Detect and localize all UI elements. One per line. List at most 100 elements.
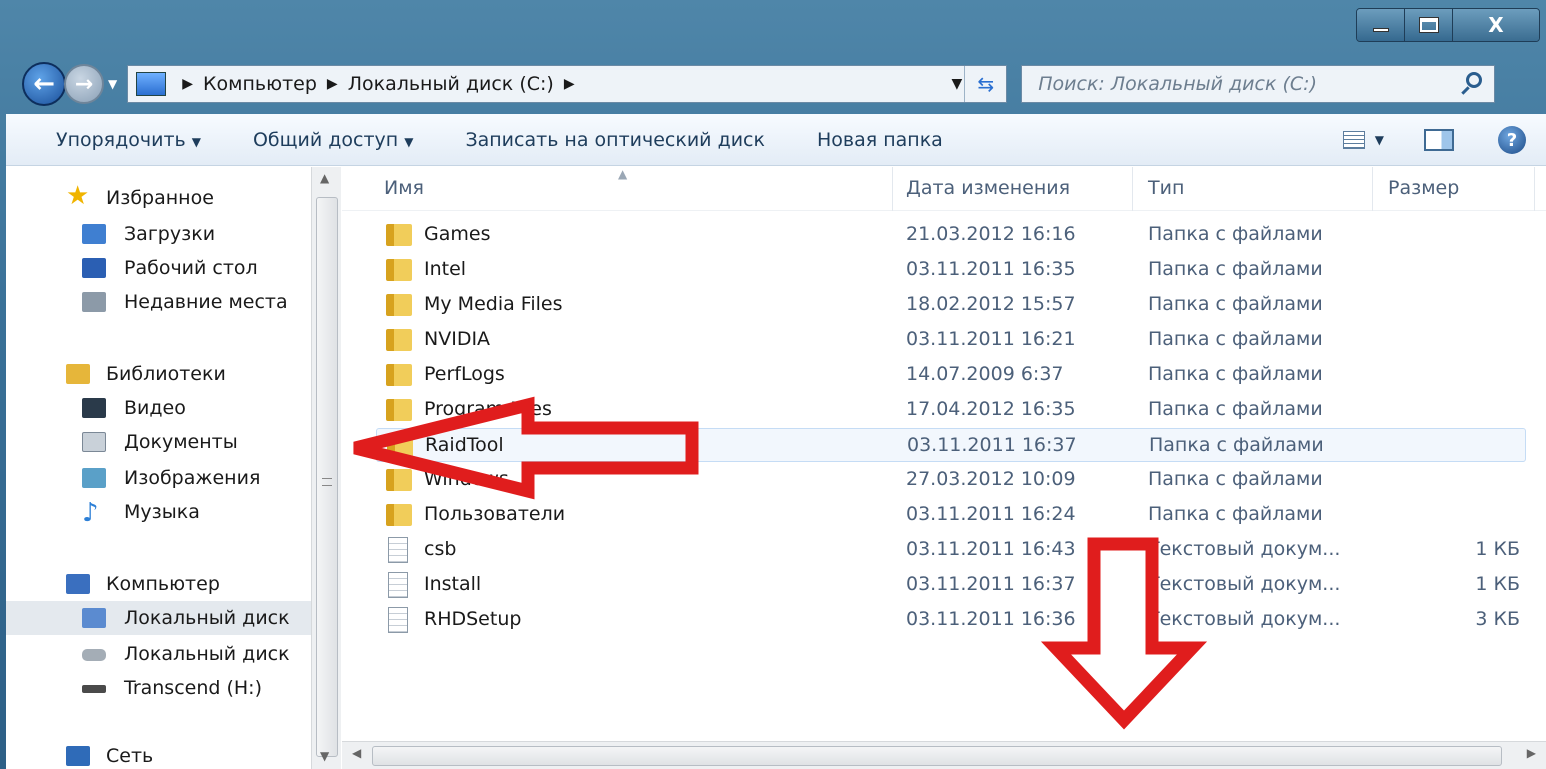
file-name: Games xyxy=(424,223,491,245)
file-row[interactable]: NVIDIA 03.11.2011 16:21 Папка с файлами xyxy=(376,323,1526,357)
search-box[interactable]: Поиск: Локальный диск (C:) xyxy=(1021,65,1496,103)
breadcrumb-local-disk[interactable]: Локальный диск (C:) xyxy=(348,73,554,95)
file-type: Текстовый докум... xyxy=(1148,538,1341,560)
column-type[interactable]: Тип xyxy=(1148,177,1184,199)
maximize-icon xyxy=(1419,18,1438,32)
scroll-left-icon[interactable]: ◀ xyxy=(352,746,361,760)
file-name: Пользователи xyxy=(424,503,566,525)
scroll-up-icon[interactable]: ▲ xyxy=(320,171,329,185)
organize-button[interactable]: Упорядочить ▼ xyxy=(56,129,201,151)
file-row[interactable]: Windows 27.03.2012 10:09 Папка с файлами xyxy=(376,463,1526,497)
nav-group-computer[interactable]: Компьютер xyxy=(6,567,311,601)
nav-item-desktop[interactable]: Рабочий стол xyxy=(6,251,311,285)
file-row[interactable]: csb 03.11.2011 16:43 Текстовый докум... 1 К… xyxy=(376,533,1526,567)
nav-item-label: Сеть xyxy=(106,745,154,767)
recent-pages-dropdown-icon[interactable]: ▼ xyxy=(108,77,117,91)
scroll-right-icon[interactable]: ▶ xyxy=(1527,746,1536,760)
nav-group-favorites[interactable]: ★ Избранное xyxy=(6,181,311,215)
file-row[interactable]: Пользователи 03.11.2011 16:24 Папка с файл… xyxy=(376,498,1526,532)
chevron-down-icon: ▼ xyxy=(191,134,201,149)
nav-item-video[interactable]: Видео xyxy=(6,391,311,425)
search-icon[interactable] xyxy=(1466,72,1483,88)
file-row[interactable]: Program Files 17.04.2012 16:35 Папка с фай… xyxy=(376,393,1526,427)
nav-item-label: Избранное xyxy=(106,187,214,209)
burn-button[interactable]: Записать на оптический диск xyxy=(465,129,765,151)
scrollbar-thumb[interactable] xyxy=(316,197,338,757)
column-name[interactable]: Имя xyxy=(384,177,424,199)
back-button[interactable]: ← xyxy=(22,62,66,106)
back-arrow-icon: ← xyxy=(33,69,55,99)
forward-button[interactable]: → xyxy=(64,64,104,104)
text-document-icon xyxy=(388,607,408,633)
preview-pane-icon[interactable] xyxy=(1424,129,1454,151)
file-name: NVIDIA xyxy=(424,328,491,350)
file-row[interactable]: PerfLogs 14.07.2009 6:37 Папка с файлами xyxy=(376,358,1526,392)
breadcrumb-separator-icon[interactable]: ▶ xyxy=(327,76,338,92)
scroll-down-icon[interactable]: ▼ xyxy=(320,749,329,763)
maximize-button[interactable] xyxy=(1405,9,1453,41)
file-row[interactable]: Games 21.03.2012 16:16 Папка с файлами xyxy=(376,218,1526,252)
column-divider[interactable] xyxy=(892,167,893,211)
file-date: 03.11.2011 16:21 xyxy=(906,328,1076,350)
chevron-down-icon[interactable]: ▼ xyxy=(1375,133,1384,147)
file-row[interactable]: Intel 03.11.2011 16:35 Папка с файлами xyxy=(376,253,1526,287)
nav-item-documents[interactable]: Документы xyxy=(6,425,311,459)
nav-group-libraries[interactable]: Библиотеки xyxy=(6,357,311,391)
minimize-button[interactable] xyxy=(1357,9,1405,41)
column-size[interactable]: Размер xyxy=(1388,177,1459,199)
file-date: 18.02.2012 15:57 xyxy=(906,293,1076,315)
breadcrumb-computer[interactable]: Компьютер xyxy=(203,73,317,95)
navigation-row: ← → ▼ ▶ Компьютер ▶ Локальный диск (C:) … xyxy=(22,62,1546,106)
new-folder-button[interactable]: Новая папка xyxy=(817,129,943,151)
file-type: Папка с файлами xyxy=(1148,398,1323,420)
file-row[interactable]: RaidTool 03.11.2011 16:37 Папка с файлами xyxy=(376,428,1526,462)
share-button[interactable]: Общий доступ ▼ xyxy=(253,129,413,151)
nav-item-transcend[interactable]: Transcend (H:) xyxy=(6,671,311,705)
search-input[interactable]: Поиск: Локальный диск (C:) xyxy=(1038,73,1317,95)
minimize-icon xyxy=(1372,28,1389,32)
column-divider[interactable] xyxy=(1132,167,1133,211)
nav-item-local-disk[interactable]: Локальный диск xyxy=(6,637,311,671)
address-bar[interactable]: ▶ Компьютер ▶ Локальный диск (C:) ▶ ▼ ⇆ xyxy=(127,65,1008,103)
folder-icon xyxy=(386,469,412,491)
column-divider[interactable] xyxy=(1372,167,1373,211)
column-date[interactable]: Дата изменения xyxy=(906,177,1070,199)
navigation-scrollbar[interactable]: ▲ ▼ xyxy=(311,167,341,769)
file-row[interactable]: RHDSetup 03.11.2011 16:36 Текстовый докум.… xyxy=(376,603,1526,637)
nav-item-pictures[interactable]: Изображения xyxy=(6,461,311,495)
folder-icon xyxy=(386,399,412,421)
refresh-icon: ⇆ xyxy=(977,72,995,96)
view-options-icon[interactable] xyxy=(1342,131,1365,149)
close-button[interactable]: X xyxy=(1453,9,1539,41)
chevron-down-icon: ▼ xyxy=(404,134,414,149)
nav-item-downloads[interactable]: Загрузки xyxy=(6,217,311,251)
file-name: RHDSetup xyxy=(424,608,522,630)
column-divider[interactable] xyxy=(1534,167,1535,211)
share-label: Общий доступ xyxy=(252,128,399,151)
breadcrumb-separator-icon[interactable]: ▶ xyxy=(182,76,193,92)
file-name: Windows xyxy=(424,468,509,490)
file-type: Папка с файлами xyxy=(1149,434,1324,456)
refresh-button[interactable]: ⇆ xyxy=(964,66,1006,102)
file-name: Intel xyxy=(424,258,467,280)
file-type: Папка с файлами xyxy=(1148,468,1323,490)
file-name: RaidTool xyxy=(425,434,504,456)
file-list: ▲ Имя Дата изменения Тип Размер Games 21.… xyxy=(342,167,1546,769)
nav-item-label: Документы xyxy=(124,431,238,453)
nav-group-network[interactable]: Сеть xyxy=(6,739,311,769)
command-bar: Упорядочить ▼ Общий доступ ▼ Записать на о… xyxy=(6,114,1546,166)
help-icon[interactable]: ? xyxy=(1498,126,1526,154)
nav-item-music[interactable]: ♪ Музыка xyxy=(6,495,311,529)
drive-icon xyxy=(136,72,167,96)
horizontal-scrollbar[interactable]: ◀ ▶ xyxy=(342,741,1546,769)
file-row[interactable]: My Media Files 18.02.2012 15:57 Папка с фа… xyxy=(376,288,1526,322)
folder-icon xyxy=(386,329,412,351)
file-row[interactable]: Install 03.11.2011 16:37 Текстовый докум..… xyxy=(376,568,1526,602)
breadcrumb-separator-icon[interactable]: ▶ xyxy=(564,76,575,92)
address-dropdown-icon[interactable]: ▼ xyxy=(951,76,962,92)
window-controls: X xyxy=(1356,8,1540,42)
scrollbar-thumb[interactable] xyxy=(372,746,1502,766)
nav-item-local-disk-c[interactable]: Локальный диск xyxy=(6,601,311,635)
organize-label: Упорядочить xyxy=(56,128,186,151)
nav-item-recent-places[interactable]: Недавние места xyxy=(6,285,311,319)
